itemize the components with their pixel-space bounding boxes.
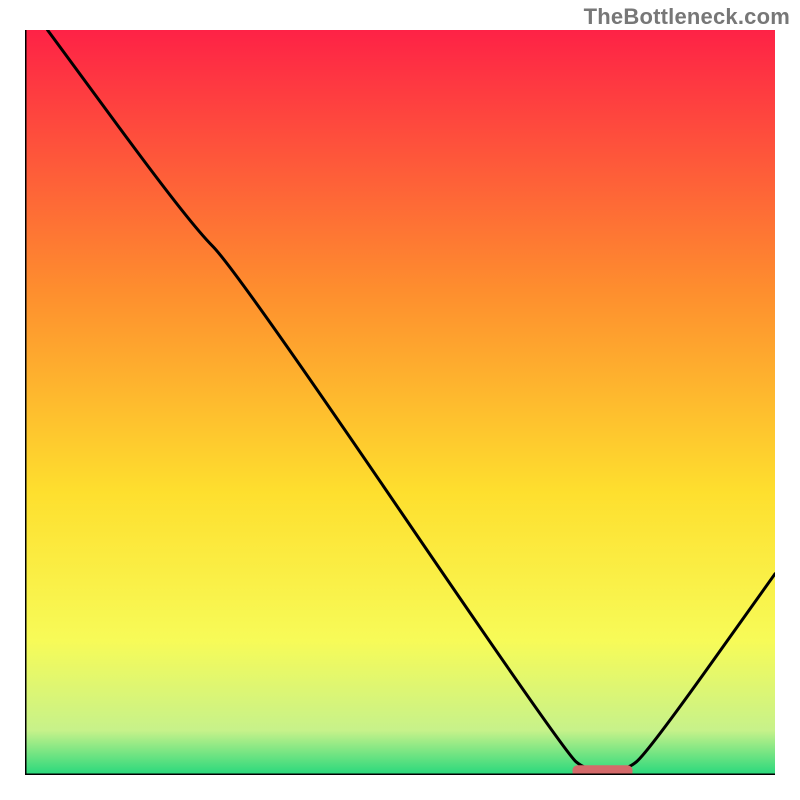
watermark-text: TheBottleneck.com [584, 4, 790, 30]
chart-container: TheBottleneck.com [0, 0, 800, 800]
gradient-background [25, 30, 775, 775]
plot-area [25, 30, 775, 775]
bottleneck-chart [25, 30, 775, 775]
